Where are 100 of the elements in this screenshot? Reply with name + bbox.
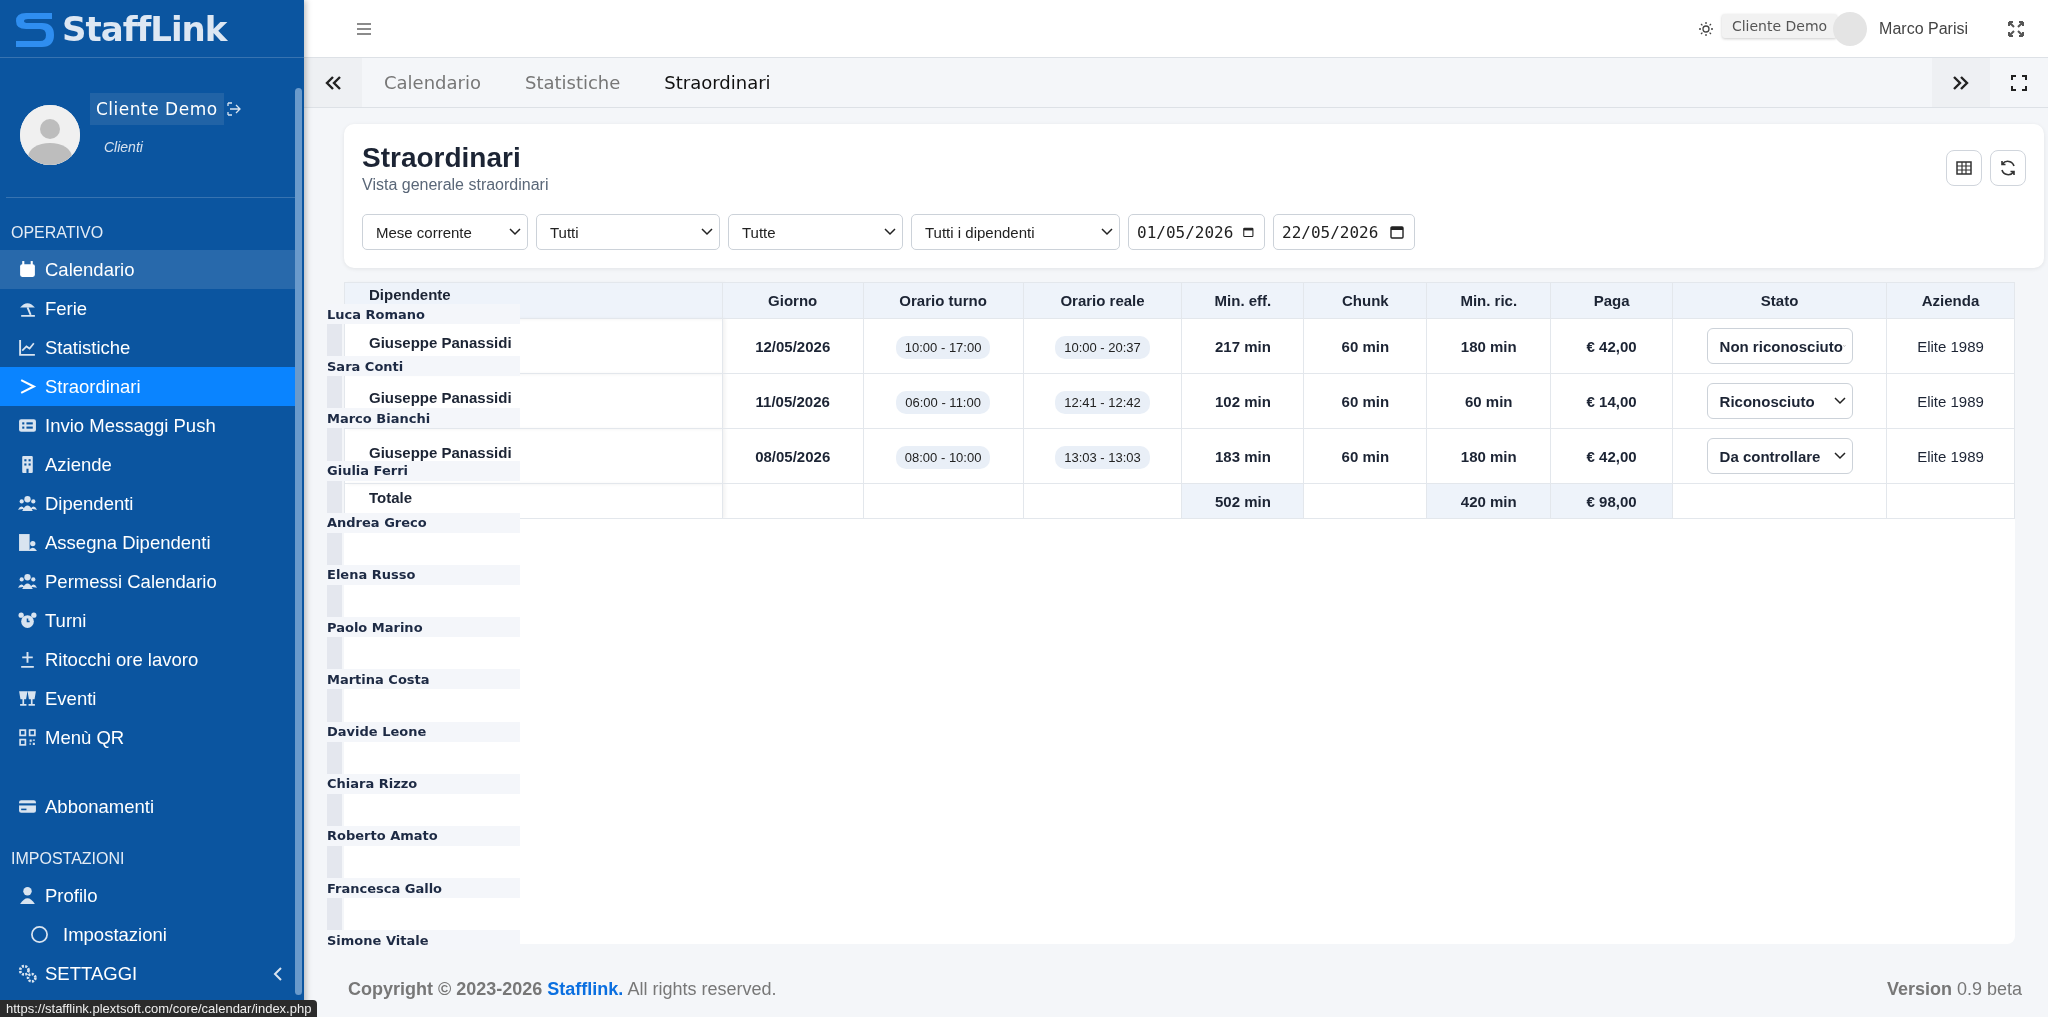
logout-icon[interactable] — [225, 101, 242, 117]
sidebar-item[interactable]: Calendario — [0, 250, 296, 289]
employee-name[interactable]: Andrea Greco — [327, 512, 520, 533]
logo-text: StaffLink — [62, 8, 227, 49]
table-icon — [1956, 161, 1972, 175]
time-chip: 10:00 - 17:00 — [895, 335, 991, 359]
table-cell: 60 min — [1303, 373, 1427, 429]
user-name: Cliente Demo — [90, 93, 224, 125]
table-cell: Elite 1989 — [1886, 428, 2015, 484]
building-user-icon — [18, 533, 37, 552]
status-select[interactable]: Non riconosciuto — [1706, 328, 1853, 364]
section-title: OPERATIVO — [10, 223, 105, 243]
time-chip: 08:00 - 10:00 — [895, 445, 991, 469]
alarm-clock-icon — [18, 611, 37, 630]
table-cell: Elite 1989 — [1886, 373, 2015, 429]
column-header: Min. ric. — [1426, 282, 1551, 319]
employee-name[interactable]: Francesca Gallo — [327, 878, 520, 899]
filter-select[interactable]: Mese corrente — [362, 214, 528, 250]
filter-select[interactable]: Tutti — [536, 214, 720, 250]
double-chevron-right-icon — [1952, 74, 1970, 91]
sidebar-item[interactable]: Impostazioni — [0, 915, 296, 954]
circle-icon — [30, 925, 49, 944]
menu-icon[interactable] — [356, 21, 372, 36]
time-chip: 12:41 - 12:42 — [1055, 390, 1150, 414]
table-cell: 217 min — [1181, 318, 1304, 374]
page-title: Straordinari — [362, 142, 521, 174]
chevron-left-icon — [272, 965, 284, 982]
table-cell: Elite 1989 — [1886, 318, 2015, 374]
refresh-button[interactable] — [1990, 150, 2026, 186]
user-role: Clienti — [103, 139, 144, 155]
user-icon — [18, 886, 37, 905]
filter-select[interactable]: Tutte — [728, 214, 903, 250]
column-header: Orario turno — [863, 282, 1024, 319]
sidebar-item[interactable]: Eventi — [0, 679, 296, 718]
status-select[interactable]: Riconosciuto — [1706, 383, 1853, 419]
table-cell: 60 min — [1426, 373, 1551, 429]
avatar — [20, 105, 80, 165]
sidebar-item[interactable]: Permessi Calendario — [0, 562, 296, 601]
sidebar-item[interactable]: Aziende — [0, 445, 296, 484]
status-select[interactable]: Da controllare — [1706, 438, 1853, 474]
calendar-icon — [18, 260, 37, 279]
sidebar-item[interactable]: SETTAGGI — [0, 954, 296, 993]
employee-name[interactable]: Giulia Ferri — [327, 460, 520, 481]
sidebar-item[interactable]: Invio Messaggi Push — [0, 406, 296, 445]
double-chevron-left-icon — [324, 74, 342, 91]
fullscreen-icon — [2011, 74, 2027, 91]
sidebar-item[interactable]: Profilo — [0, 876, 296, 915]
tab[interactable]: Statistiche — [502, 72, 643, 93]
tab[interactable]: Calendario — [362, 72, 503, 93]
employee-name[interactable]: Paolo Marino — [327, 617, 520, 638]
sidebar-item[interactable]: Dipendenti — [0, 484, 296, 523]
employee-name[interactable]: Luca Romano — [327, 304, 520, 324]
expand-icon[interactable] — [2008, 20, 2024, 37]
sidebar-item[interactable]: Ritocchi ore lavoro — [0, 640, 296, 679]
column-header: Orario reale — [1023, 282, 1182, 319]
sun-icon[interactable] — [1697, 20, 1714, 37]
sidebar-item[interactable]: Ferie — [0, 289, 296, 328]
time-chip: 10:00 - 20:37 — [1055, 335, 1150, 359]
sidebar-item[interactable]: Straordinari — [0, 367, 296, 406]
section-title: IMPOSTAZIONI — [10, 849, 126, 869]
table-cell: 180 min — [1426, 428, 1551, 484]
employee-name[interactable]: Martina Costa — [327, 669, 520, 690]
table-cell: 502 min — [1181, 483, 1304, 519]
filter-select[interactable]: Tutti i dipendenti — [911, 214, 1120, 250]
calendar-icon — [1243, 225, 1254, 239]
credit-card-icon — [18, 797, 37, 816]
employee-name[interactable]: Marco Bianchi — [327, 408, 520, 429]
page-subtitle: Vista generale straordinari — [362, 176, 549, 194]
table-cell: 12/05/2026 — [722, 318, 864, 374]
tooltip: Cliente Demo — [1721, 13, 1838, 38]
scrollbar[interactable] — [295, 88, 302, 995]
tab[interactable]: Straordinari — [642, 72, 793, 93]
table-view-button[interactable] — [1946, 150, 1982, 186]
sidebar-item[interactable]: Assegna Dipendenti — [0, 523, 296, 562]
employee-name[interactable]: Davide Leone — [327, 721, 520, 742]
employee-name[interactable]: Roberto Amato — [327, 825, 520, 846]
qr-code-icon — [18, 728, 37, 747]
version-text: Version 0.9 beta — [1886, 978, 2022, 1000]
users-icon — [18, 494, 37, 513]
sidebar-item[interactable]: Menù QR — [0, 718, 296, 757]
table-cell: 102 min — [1181, 373, 1304, 429]
table-cell: 60 min — [1303, 318, 1427, 374]
sidebar-item[interactable]: Abbonamenti — [0, 787, 296, 826]
refresh-icon — [1999, 159, 2017, 177]
date-field[interactable]: 01/05/2026 — [1128, 214, 1265, 250]
sidebar-item[interactable]: Turni — [0, 601, 296, 640]
employee-name[interactable]: Sara Conti — [327, 356, 520, 377]
scroll-right-button[interactable] — [1932, 58, 1990, 107]
scroll-left-button[interactable] — [304, 58, 362, 107]
column-header: Chunk — [1303, 282, 1427, 319]
copyright-text: Copyright © 2023-2026 Stafflink. All rights reserved. — [348, 978, 777, 1000]
date-field[interactable]: 22/05/2026 — [1273, 214, 1415, 250]
sidebar-item[interactable]: Statistiche — [0, 328, 296, 367]
table-cell: 08/05/2026 — [722, 428, 864, 484]
employee-name[interactable]: Simone Vitale — [327, 930, 520, 951]
table-cell: 11/05/2026 — [722, 373, 864, 429]
employee-name[interactable]: Elena Russo — [327, 564, 520, 585]
user-name[interactable]: Marco Parisi — [1879, 19, 1968, 38]
time-chip: 06:00 - 11:00 — [896, 390, 990, 414]
employee-name[interactable]: Chiara Rizzo — [327, 773, 520, 794]
